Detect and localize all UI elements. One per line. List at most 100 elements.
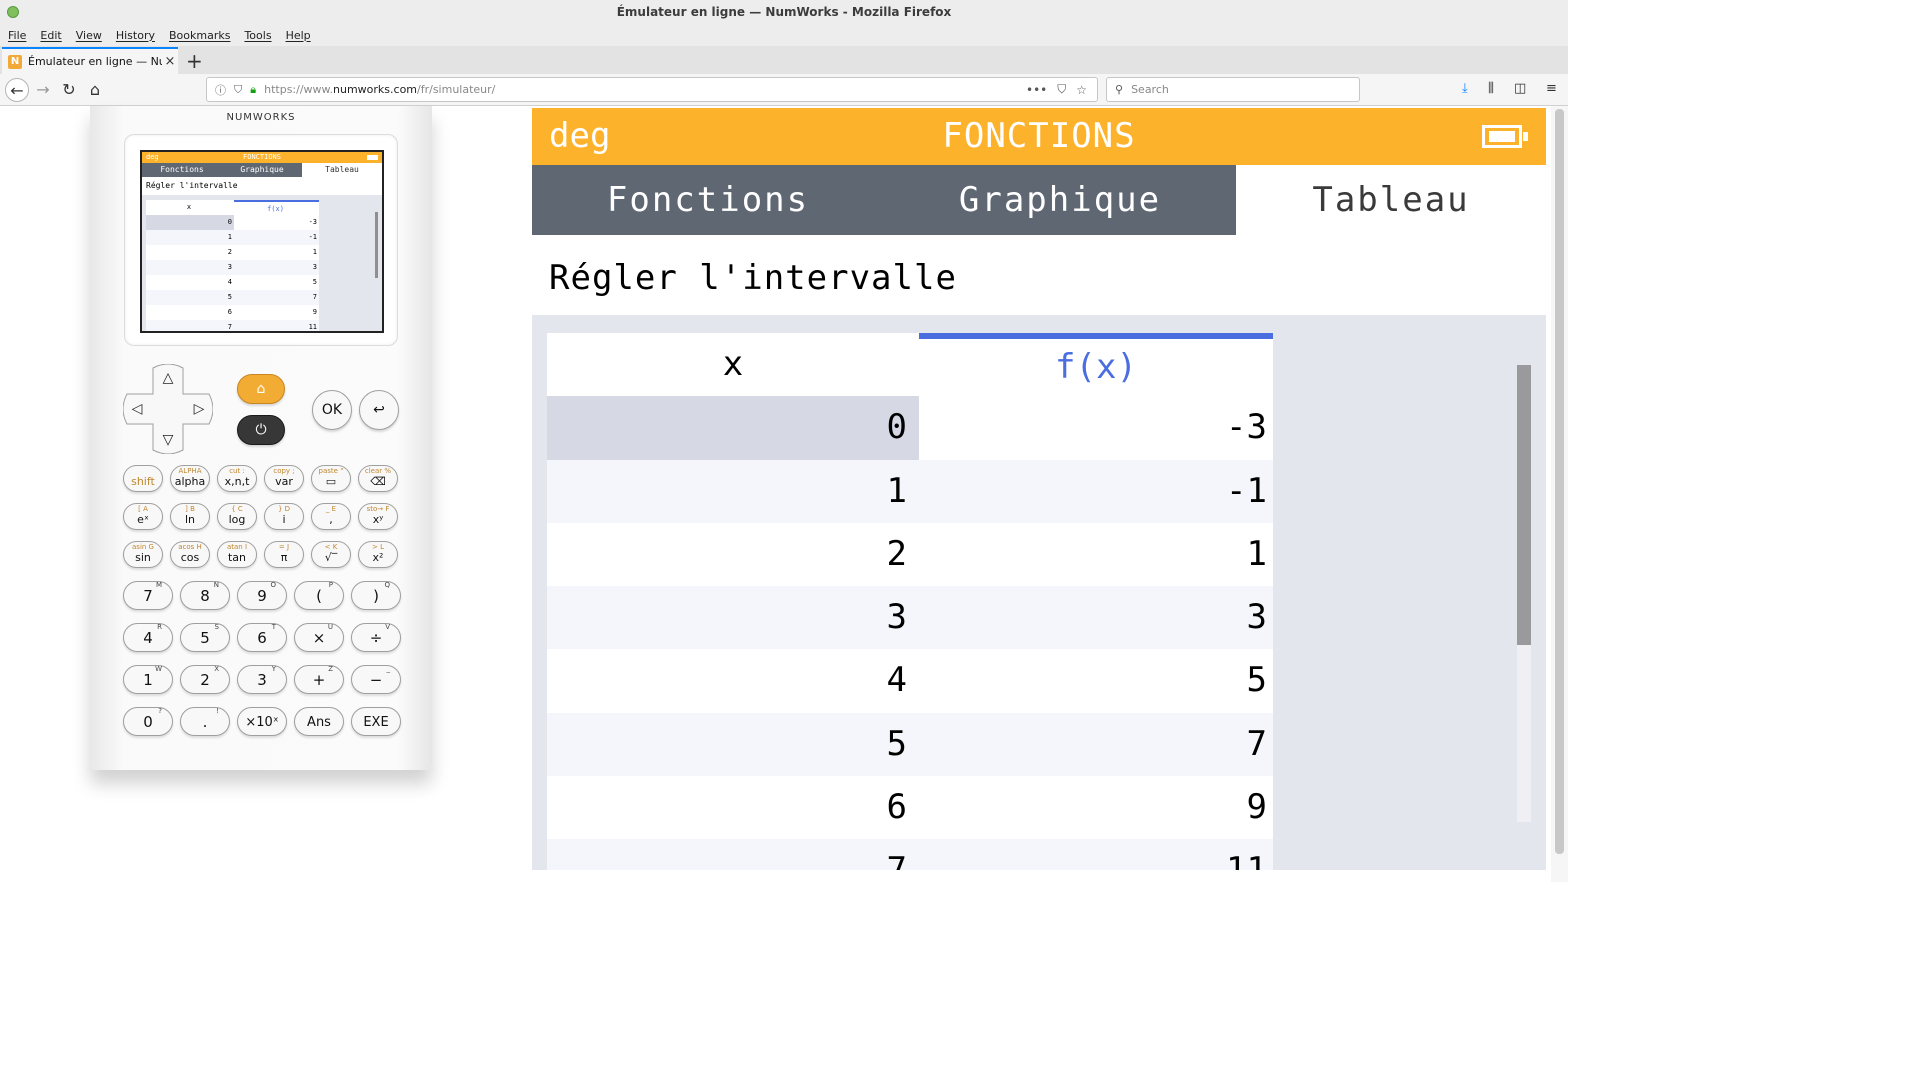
comma-key[interactable]: _ E, [311, 503, 351, 530]
cell-x[interactable]: 5 [547, 712, 919, 777]
search-bar[interactable]: ⚲ Search [1106, 77, 1360, 102]
power-xy-key[interactable]: sto→ Fxʸ [358, 503, 398, 530]
cell-fx[interactable]: 11 [919, 839, 1273, 870]
cell-x[interactable]: 1 [547, 459, 919, 523]
key-open-paren[interactable]: (P [294, 581, 344, 610]
key-7[interactable]: 7M [123, 581, 173, 610]
back-key[interactable]: ↩ [359, 390, 399, 430]
key-ee[interactable]: ×10ˣ [237, 707, 287, 736]
down-arrow-key[interactable]: ▽ [156, 428, 180, 452]
page-scrollbar[interactable] [1551, 106, 1568, 882]
tab-graphique[interactable]: Graphique [884, 165, 1236, 235]
tracking-shield-icon[interactable]: ⛉ [234, 83, 242, 97]
url-text[interactable]: https://www.numworks.com/fr/simulateur/ [264, 83, 1026, 96]
cell-fx[interactable]: 1 [919, 522, 1273, 587]
left-arrow-key[interactable]: ◁ [125, 397, 149, 421]
back-button[interactable]: ← [5, 78, 29, 102]
pocket-icon[interactable]: ⛉ [1057, 82, 1066, 97]
menu-tools[interactable]: Tools [244, 29, 271, 42]
var-key[interactable]: copy ; var [264, 465, 304, 492]
tab-fonctions[interactable]: Fonctions [532, 165, 884, 235]
column-header-fx[interactable]: f(x) [919, 333, 1273, 397]
key-0[interactable]: 0? [123, 707, 173, 736]
hamburger-menu-icon[interactable]: ≡ [1546, 81, 1557, 96]
xnt-key[interactable]: cut : x,n,t [217, 465, 257, 492]
info-icon[interactable]: ⓘ [215, 82, 226, 98]
shift-key[interactable]: shift [123, 465, 163, 492]
sidebar-icon[interactable]: ◫ [1514, 81, 1526, 96]
cell-x[interactable]: 3 [547, 586, 919, 650]
key-exe[interactable]: EXE [351, 707, 401, 736]
url-bar[interactable]: ⓘ ⛉ 🔒︎ https://www.numworks.com/fr/simul… [206, 77, 1098, 102]
square-key[interactable]: > Lx² [358, 541, 398, 568]
page-actions-icon[interactable]: ••• [1026, 83, 1047, 97]
cell-x[interactable]: 7 [547, 839, 919, 870]
cell-fx[interactable]: 3 [919, 586, 1273, 650]
emulator-screen[interactable]: deg FONCTIONS Fonctions Graphique Tablea… [532, 108, 1546, 870]
column-header-x[interactable]: x [547, 333, 919, 397]
key-1[interactable]: 1W [123, 665, 173, 694]
library-icon[interactable]: ⫼ [1488, 81, 1494, 96]
cell-fx[interactable]: -1 [919, 459, 1273, 523]
sqrt-key[interactable]: < K √‾ [311, 541, 351, 568]
cell-fx[interactable]: -3 [919, 396, 1273, 460]
key-3[interactable]: 3Y [237, 665, 287, 694]
menu-view[interactable]: View [76, 29, 102, 42]
table-scrollbar-thumb[interactable] [1517, 365, 1531, 645]
cell-x[interactable]: 4 [547, 649, 919, 713]
home-key[interactable]: ⌂ [237, 374, 285, 404]
tab-close-icon[interactable]: × [162, 54, 178, 69]
key-dot[interactable]: .! [180, 707, 230, 736]
tab-tableau[interactable]: Tableau [1236, 165, 1546, 235]
key-2[interactable]: 2X [180, 665, 230, 694]
key-divide[interactable]: ÷ V [351, 623, 401, 652]
forward-button[interactable]: → [31, 78, 55, 102]
home-button[interactable]: ⌂ [83, 78, 107, 102]
menu-help[interactable]: Help [286, 29, 311, 42]
key-5[interactable]: 5S [180, 623, 230, 652]
set-interval-button[interactable]: Régler l'intervalle [532, 235, 1546, 315]
menu-edit[interactable]: Edit [40, 29, 61, 42]
menu-bookmarks[interactable]: Bookmarks [169, 29, 230, 42]
cell-x[interactable]: 2 [547, 522, 919, 587]
window-close-icon[interactable] [7, 6, 19, 18]
key-plus[interactable]: + Z [294, 665, 344, 694]
key-8[interactable]: 8N [180, 581, 230, 610]
cell-fx[interactable]: 9 [919, 776, 1273, 840]
table-scrollbar[interactable] [1517, 365, 1531, 822]
cell-fx[interactable]: 7 [919, 712, 1273, 777]
pi-key[interactable]: = Jπ [264, 541, 304, 568]
toolbox-key[interactable]: paste " ▭ [311, 465, 351, 492]
right-arrow-key[interactable]: ▷ [187, 397, 211, 421]
up-arrow-key[interactable]: △ [156, 366, 180, 390]
reload-button[interactable]: ↻ [57, 78, 81, 102]
downloads-icon[interactable]: ⤓ [1462, 81, 1468, 96]
page-scrollbar-thumb[interactable] [1555, 109, 1564, 854]
ln-key[interactable]: ] Bln [170, 503, 210, 530]
tan-key[interactable]: atan Itan [217, 541, 257, 568]
lock-icon[interactable]: 🔒︎ [250, 83, 256, 97]
cell-x[interactable]: 0 [547, 396, 919, 460]
new-tab-button[interactable]: + [186, 49, 203, 73]
alpha-key[interactable]: ALPHA alpha [170, 465, 210, 492]
backspace-key[interactable]: clear % ⌫ [358, 465, 398, 492]
sin-key[interactable]: asin Gsin [123, 541, 163, 568]
cell-fx[interactable]: 5 [919, 649, 1273, 713]
imaginary-key[interactable]: } Di [264, 503, 304, 530]
menu-file[interactable]: File [8, 29, 26, 42]
ok-key[interactable]: OK [312, 390, 352, 430]
exp-key[interactable]: [ Aeˣ [123, 503, 163, 530]
key-multiply[interactable]: × U [294, 623, 344, 652]
key-4[interactable]: 4R [123, 623, 173, 652]
key-9[interactable]: 9O [237, 581, 287, 610]
bookmark-star-icon[interactable]: ☆ [1076, 83, 1087, 97]
key-close-paren[interactable]: ) Q [351, 581, 401, 610]
cos-key[interactable]: acos Hcos [170, 541, 210, 568]
menu-history[interactable]: History [116, 29, 155, 42]
power-key[interactable]: ⏻ [237, 415, 285, 445]
cell-x[interactable]: 6 [547, 776, 919, 840]
key-6[interactable]: 6T [237, 623, 287, 652]
key-minus[interactable]: − _ [351, 665, 401, 694]
log-key[interactable]: { Clog [217, 503, 257, 530]
key-ans[interactable]: Ans [294, 707, 344, 736]
